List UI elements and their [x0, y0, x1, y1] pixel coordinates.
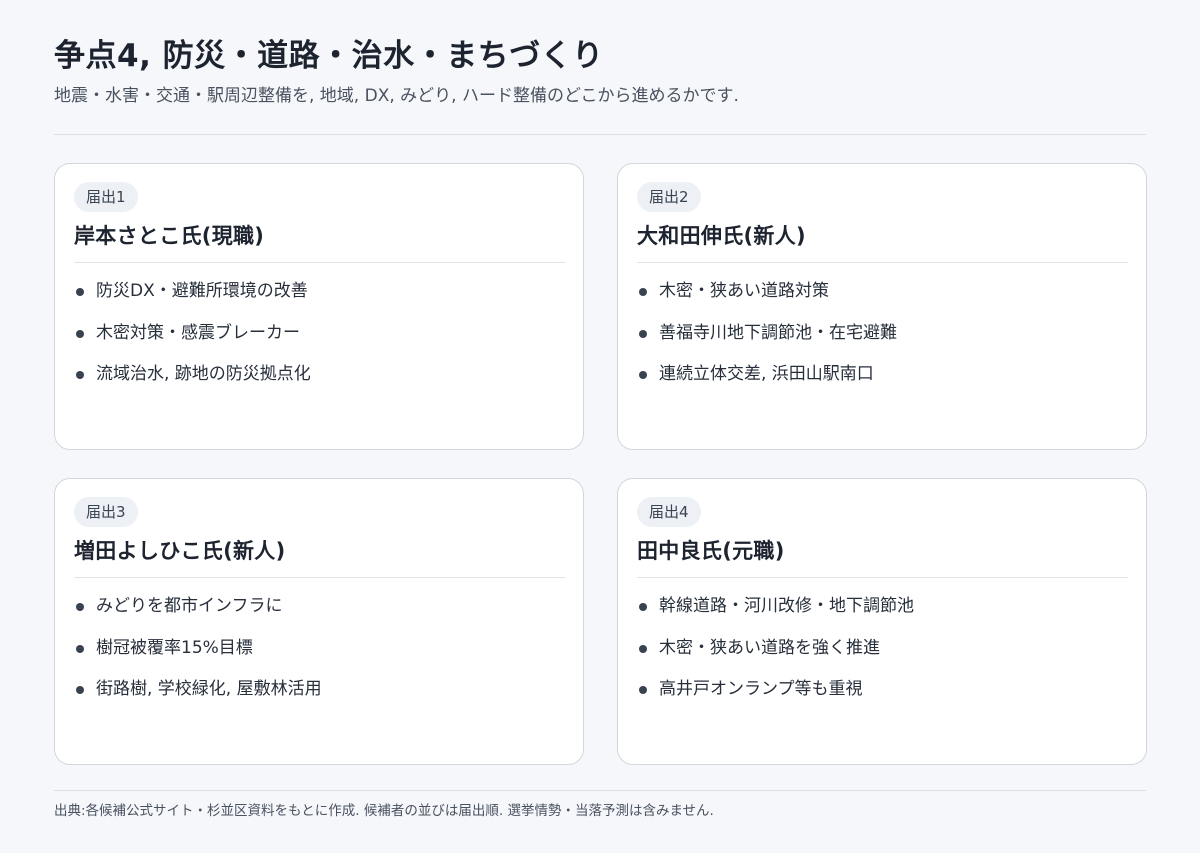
list-item: 流域治水, 跡地の防災拠点化 [74, 360, 565, 388]
list-item: 木密・狭あい道路対策 [637, 277, 1128, 305]
policy-text: みどりを都市インフラに [96, 596, 283, 616]
bullet-icon [76, 329, 84, 338]
list-item: みどりを都市インフラに [74, 592, 565, 620]
list-item: 木密対策・感震ブレーカー [74, 319, 565, 347]
candidate-grid: 届出1 岸本さとこ氏(現職) 防災DX・避難所環境の改善 木密対策・感震ブレーカ… [54, 163, 1147, 765]
policy-list: 木密・狭あい道路対策 善福寺川地下調節池・在宅避難 連続立体交差, 浜田山駅南口 [637, 277, 1128, 388]
policy-text: 街路樹, 学校緑化, 屋敷林活用 [96, 679, 322, 699]
policy-text: 樹冠被覆率15%目標 [96, 637, 253, 658]
card-divider [637, 262, 1128, 263]
candidate-name: 増田よしひこ氏(新人) [74, 539, 286, 563]
policy-text: 幹線道路・河川改修・地下調節池 [659, 596, 914, 616]
list-item: 善福寺川地下調節池・在宅避難 [637, 319, 1128, 347]
policy-text: 連続立体交差, 浜田山駅南口 [659, 364, 874, 384]
list-item: 樹冠被覆率15%目標 [74, 634, 565, 662]
policy-list: 幹線道路・河川改修・地下調節池 木密・狭あい道路を強く推進 高井戸オンランプ等も… [637, 592, 1128, 703]
policy-text: 流域治水, 跡地の防災拠点化 [96, 364, 311, 384]
list-item: 連続立体交差, 浜田山駅南口 [637, 360, 1128, 388]
bullet-icon [76, 603, 84, 611]
policy-list: 防災DX・避難所環境の改善 木密対策・感震ブレーカー 流域治水, 跡地の防災拠点… [74, 277, 565, 388]
filing-order-badge: 届出2 [637, 182, 701, 212]
candidate-card-3: 届出3 増田よしひこ氏(新人) みどりを都市インフラに 樹冠被覆率15%目標 街… [54, 478, 584, 765]
bullet-icon [76, 288, 84, 296]
source-note: 出典:各候補公式サイト・杉並区資料をもとに作成. 候補者の並びは届出順. 選挙情… [54, 803, 714, 819]
bullet-icon [76, 644, 84, 653]
list-item: 幹線道路・河川改修・地下調節池 [637, 592, 1128, 620]
list-item: 高井戸オンランプ等も重視 [637, 675, 1128, 703]
bullet-icon [76, 686, 84, 694]
policy-text: 善福寺川地下調節池・在宅避難 [659, 322, 897, 343]
card-divider [74, 577, 565, 578]
bullet-icon [639, 329, 647, 338]
page-header: 争点4, 防災・道路・治水・まちづくり 地震・水害・交通・駅周辺整備を, 地域,… [54, 36, 1146, 108]
candidate-card-2: 届出2 大和田伸氏(新人) 木密・狭あい道路対策 善福寺川地下調節池・在宅避難 … [617, 163, 1147, 450]
bullet-icon [76, 371, 84, 379]
candidate-name: 大和田伸氏(新人) [637, 224, 806, 248]
policy-list: みどりを都市インフラに 樹冠被覆率15%目標 街路樹, 学校緑化, 屋敷林活用 [74, 592, 565, 703]
list-item: 木密・狭あい道路を強く推進 [637, 634, 1128, 662]
header-divider [54, 134, 1146, 135]
list-item: 街路樹, 学校緑化, 屋敷林活用 [74, 675, 565, 703]
policy-text: 木密対策・感震ブレーカー [96, 322, 300, 343]
policy-text: 防災DX・避難所環境の改善 [96, 281, 308, 301]
candidate-name: 田中良氏(元職) [637, 539, 785, 563]
bullet-icon [639, 288, 647, 296]
footer-divider [54, 790, 1146, 791]
card-divider [74, 262, 565, 263]
bullet-icon [639, 686, 647, 694]
bullet-icon [639, 644, 647, 653]
list-item: 防災DX・避難所環境の改善 [74, 277, 565, 305]
candidate-card-4: 届出4 田中良氏(元職) 幹線道路・河川改修・地下調節池 木密・狭あい道路を強く… [617, 478, 1147, 765]
policy-text: 木密・狭あい道路対策 [659, 281, 829, 301]
card-divider [637, 577, 1128, 578]
filing-order-badge: 届出1 [74, 182, 138, 212]
policy-text: 木密・狭あい道路を強く推進 [659, 637, 880, 658]
filing-order-badge: 届出4 [637, 497, 701, 527]
page-title: 争点4, 防災・道路・治水・まちづくり [54, 38, 604, 74]
policy-text: 高井戸オンランプ等も重視 [659, 679, 863, 699]
candidate-name: 岸本さとこ氏(現職) [74, 224, 265, 248]
candidate-card-1: 届出1 岸本さとこ氏(現職) 防災DX・避難所環境の改善 木密対策・感震ブレーカ… [54, 163, 584, 450]
page-subtitle: 地震・水害・交通・駅周辺整備を, 地域, DX, みどり, ハード整備のどこから… [54, 86, 739, 106]
filing-order-badge: 届出3 [74, 497, 138, 527]
bullet-icon [639, 371, 647, 379]
bullet-icon [639, 603, 647, 611]
